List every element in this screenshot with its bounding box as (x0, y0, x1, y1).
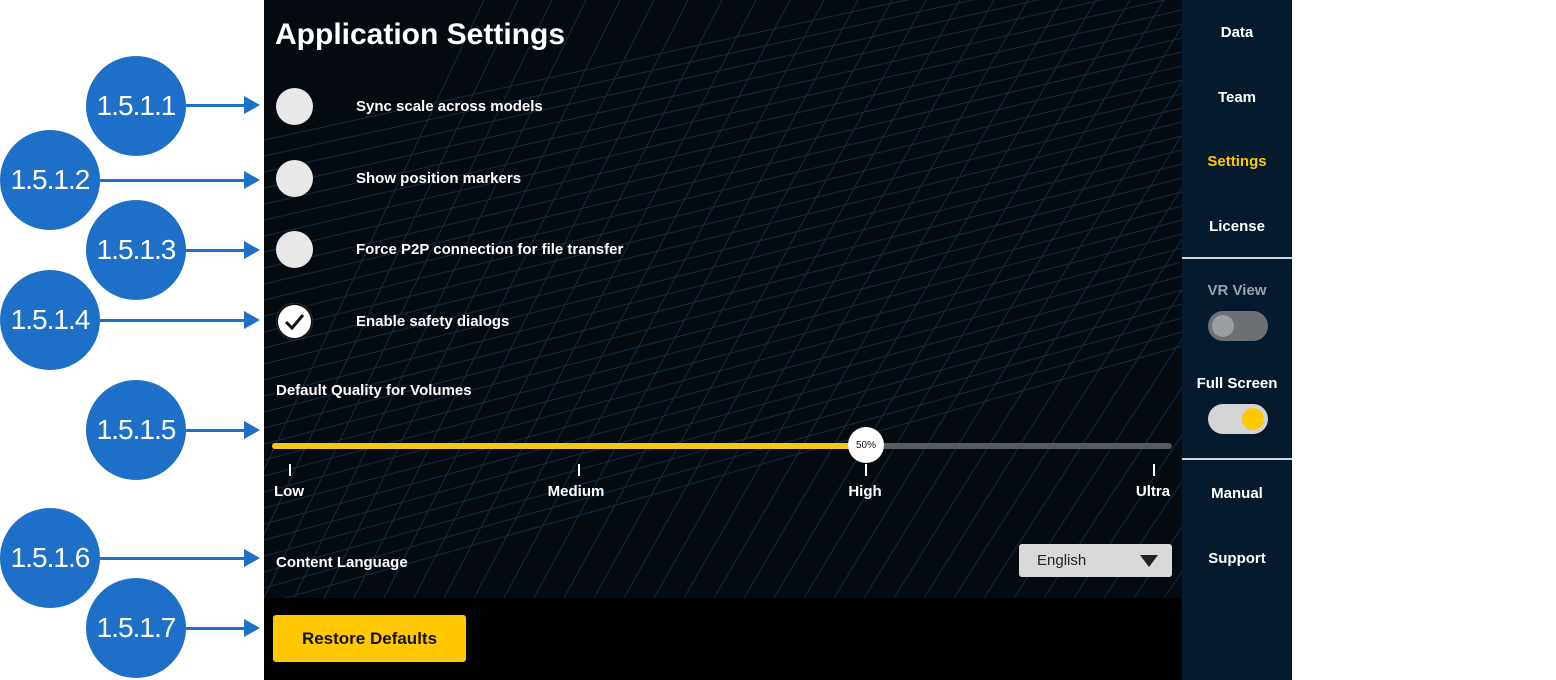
callout-4: 1.5.1.4 (0, 270, 100, 370)
quality-tick-ultra: Ultra (1135, 483, 1171, 500)
sidebar: Data Team Settings License VR View Full … (1182, 0, 1292, 680)
toggle-knob (1242, 408, 1264, 430)
quality-tick (1153, 464, 1155, 476)
quality-slider[interactable]: 50% (272, 427, 1172, 463)
sync-scale-checkbox[interactable] (276, 88, 313, 125)
quality-slider-fill (272, 443, 866, 449)
sidebar-item-settings[interactable]: Settings (1182, 153, 1292, 170)
callout-7: 1.5.1.7 (86, 578, 186, 678)
dropdown-arrow-icon (1140, 555, 1158, 567)
callout-2: 1.5.1.2 (0, 130, 100, 230)
language-select[interactable]: English (1019, 544, 1172, 577)
sidebar-divider (1182, 257, 1292, 259)
callout-arrow (186, 96, 260, 114)
callout-arrow (186, 421, 260, 439)
position-markers-checkbox[interactable] (276, 160, 313, 197)
full-screen-toggle[interactable] (1208, 404, 1268, 434)
force-p2p-checkbox[interactable] (276, 231, 313, 268)
language-label: Content Language (276, 554, 408, 571)
callout-1: 1.5.1.1 (86, 56, 186, 156)
sidebar-item-data[interactable]: Data (1182, 24, 1292, 41)
callout-arrow (100, 549, 260, 567)
settings-panel: Application Settings Sync scale across m… (264, 0, 1182, 680)
sidebar-divider (1182, 458, 1292, 460)
callout-arrow (186, 619, 260, 637)
callout-6: 1.5.1.6 (0, 508, 100, 608)
background-pattern (264, 0, 1182, 598)
sidebar-item-manual[interactable]: Manual (1182, 485, 1292, 502)
callout-5: 1.5.1.5 (86, 380, 186, 480)
force-p2p-label: Force P2P connection for file transfer (356, 241, 624, 258)
quality-tick (578, 464, 580, 476)
vr-view-toggle[interactable] (1208, 311, 1268, 341)
safety-dialogs-label: Enable safety dialogs (356, 313, 510, 330)
sidebar-item-license[interactable]: License (1182, 218, 1292, 235)
toggle-knob (1212, 315, 1234, 337)
page-title: Application Settings (275, 18, 566, 51)
callout-arrow (100, 171, 260, 189)
quality-tick (289, 464, 291, 476)
callout-3: 1.5.1.3 (86, 200, 186, 300)
sidebar-item-team[interactable]: Team (1182, 89, 1292, 106)
sync-scale-label: Sync scale across models (356, 98, 543, 115)
quality-tick (865, 464, 867, 476)
checkmark-icon (284, 314, 305, 331)
restore-defaults-button[interactable]: Restore Defaults (273, 615, 466, 662)
callout-arrow (186, 241, 260, 259)
quality-slider-handle[interactable]: 50% (848, 427, 884, 463)
position-markers-label: Show position markers (356, 170, 522, 187)
quality-label: Default Quality for Volumes (276, 382, 472, 399)
sidebar-item-support[interactable]: Support (1182, 550, 1292, 567)
full-screen-label: Full Screen (1196, 375, 1278, 392)
vr-view-label: VR View (1207, 282, 1267, 299)
callout-arrow (100, 311, 260, 329)
quality-tick-high: High (848, 483, 882, 500)
quality-tick-medium: Medium (547, 483, 605, 500)
quality-tick-low: Low (274, 483, 304, 500)
safety-dialogs-checkbox[interactable] (276, 303, 313, 340)
language-select-value: English (1037, 552, 1087, 569)
